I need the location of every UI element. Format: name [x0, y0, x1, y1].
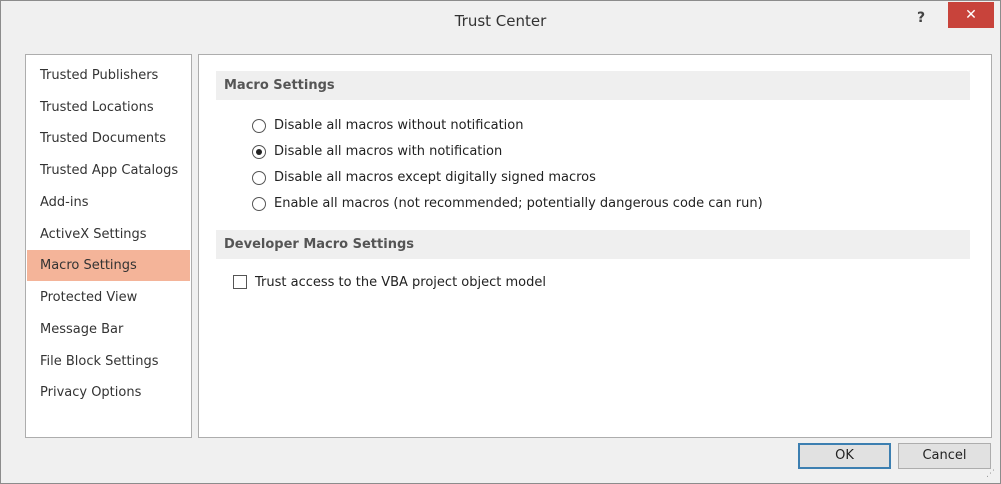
checkbox[interactable]: [233, 275, 247, 289]
sidebar-item-macro-settings[interactable]: Macro Settings: [27, 250, 190, 281]
sidebar-item-message-bar[interactable]: Message Bar: [27, 314, 190, 345]
radio-button[interactable]: [252, 197, 266, 211]
sidebar-item-label: Trusted App Catalogs: [40, 163, 179, 178]
title-bar: Trust Center ? ✕: [1, 1, 1000, 40]
sidebar-item-label: Add-ins: [40, 195, 89, 210]
radio-button[interactable]: [252, 119, 266, 133]
macro-settings-header: Macro Settings: [216, 71, 970, 100]
close-button[interactable]: ✕: [948, 2, 994, 28]
sidebar-item-activex-settings[interactable]: ActiveX Settings: [27, 219, 190, 250]
sidebar-item-label: Trusted Documents: [40, 131, 166, 146]
sidebar-item-trusted-documents[interactable]: Trusted Documents: [27, 123, 190, 154]
dialog-title: Trust Center: [454, 12, 547, 30]
sidebar-item-privacy-options[interactable]: Privacy Options: [27, 377, 190, 408]
option-label: Enable all macros (not recommended; pote…: [274, 196, 763, 211]
sidebar-item-label: Privacy Options: [40, 385, 142, 400]
cancel-button[interactable]: Cancel: [898, 443, 991, 469]
sidebar-item-label: Macro Settings: [40, 258, 137, 273]
sidebar-item-label: File Block Settings: [40, 354, 159, 369]
option-label: Disable all macros except digitally sign…: [274, 170, 596, 185]
section-title: Macro Settings: [224, 78, 335, 93]
option-label: Disable all macros with notification: [274, 144, 503, 159]
sidebar-item-trusted-app-catalogs[interactable]: Trusted App Catalogs: [27, 155, 190, 186]
developer-macro-settings-header: Developer Macro Settings: [216, 230, 970, 259]
resize-grip-icon[interactable]: ⋰: [986, 469, 996, 479]
sidebar-item-label: Message Bar: [40, 322, 124, 337]
checkbox-label: Trust access to the VBA project object m…: [255, 275, 546, 290]
option-label: Disable all macros without notification: [274, 118, 524, 133]
sidebar-item-label: Trusted Publishers: [40, 68, 159, 83]
sidebar-item-protected-view[interactable]: Protected View: [27, 282, 190, 313]
content-panel: Macro Settings Disable all macros withou…: [198, 54, 992, 438]
trust-center-dialog: Trust Center ? ✕ Trusted Publishers Trus…: [0, 0, 1001, 484]
close-icon: ✕: [965, 7, 977, 23]
sidebar-item-add-ins[interactable]: Add-ins: [27, 187, 190, 218]
radio-button-selected[interactable]: [252, 145, 266, 159]
sidebar-item-label: ActiveX Settings: [40, 227, 147, 242]
help-icon[interactable]: ?: [917, 10, 925, 26]
sidebar-nav: Trusted Publishers Trusted Locations Tru…: [25, 54, 192, 438]
sidebar-item-trusted-publishers[interactable]: Trusted Publishers: [27, 60, 190, 91]
sidebar-item-label: Trusted Locations: [40, 100, 154, 115]
radio-button[interactable]: [252, 171, 266, 185]
section-title: Developer Macro Settings: [224, 237, 414, 252]
sidebar-item-file-block-settings[interactable]: File Block Settings: [27, 346, 190, 377]
sidebar-item-trusted-locations[interactable]: Trusted Locations: [27, 92, 190, 123]
ok-button[interactable]: OK: [798, 443, 891, 469]
sidebar-item-label: Protected View: [40, 290, 138, 305]
